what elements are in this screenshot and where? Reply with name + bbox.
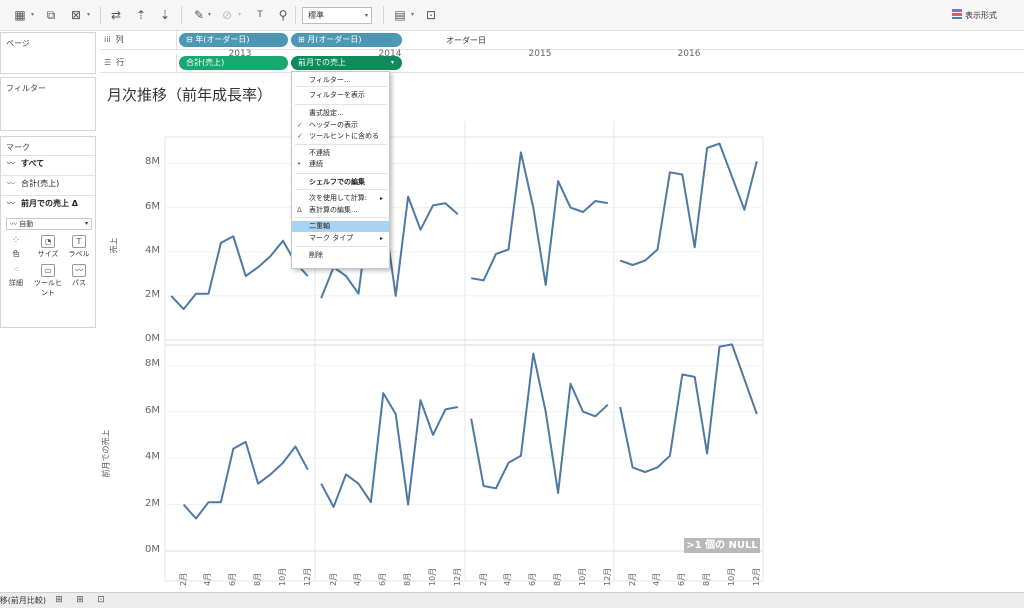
x-tick-label: 8月 bbox=[253, 572, 263, 586]
new-dashboard-icon[interactable]: ⊞ bbox=[74, 595, 86, 606]
bullet-icon: • bbox=[297, 160, 302, 168]
x-tick-label: 4月 bbox=[353, 572, 363, 586]
series-line-prev-month-2016 bbox=[619, 343, 758, 474]
y-tick-label: 0M bbox=[145, 544, 160, 555]
menu-divider bbox=[295, 217, 387, 218]
menu-item-label: 書式設定... bbox=[309, 109, 344, 117]
x-tick-label: 10月 bbox=[726, 567, 736, 586]
column-header-order-date: オーダー日 bbox=[446, 36, 486, 45]
menu-divider bbox=[295, 104, 387, 105]
x-tick-label: 6月 bbox=[677, 572, 687, 586]
series-line-sales-2015 bbox=[471, 151, 608, 286]
menu-item-label: 表計算の編集... bbox=[309, 206, 358, 214]
menu-item[interactable]: 二重軸 bbox=[292, 221, 389, 232]
x-tick-label: 2月 bbox=[627, 572, 637, 586]
x-tick-label: 2月 bbox=[178, 572, 188, 586]
checkmark-icon: ✓ bbox=[297, 121, 303, 129]
menu-divider bbox=[295, 86, 387, 87]
x-tick-label: 12月 bbox=[602, 567, 612, 586]
checkmark-icon: ✓ bbox=[297, 132, 303, 140]
x-tick-label: 8月 bbox=[403, 572, 413, 586]
y-tick-label: 0M bbox=[145, 333, 160, 344]
sheet-title: 月次推移（前年成長率） bbox=[107, 86, 273, 104]
series-line-prev-month-2014 bbox=[320, 392, 458, 508]
plot-border bbox=[164, 136, 764, 582]
menu-item-label: マーク タイプ bbox=[309, 234, 354, 242]
menu-item[interactable]: マーク タイプ ▸ bbox=[292, 233, 389, 244]
x-tick-label: 10月 bbox=[577, 567, 587, 586]
series-line-prev-month-2013 bbox=[182, 440, 309, 520]
x-tick-label: 12月 bbox=[302, 567, 312, 586]
y-tick-label: 8M bbox=[145, 156, 160, 168]
menu-item[interactable]: • 連続 bbox=[292, 159, 389, 170]
y-tick-label: 2M bbox=[145, 288, 160, 300]
x-tick-label: 10月 bbox=[277, 567, 287, 586]
menu-item[interactable]: 削除 bbox=[292, 250, 389, 261]
submenu-arrow-icon: ▸ bbox=[379, 195, 383, 202]
x-tick-label: 6月 bbox=[228, 572, 238, 586]
null-indicator[interactable]: >1 個の NULL bbox=[684, 538, 760, 553]
pill-context-menu: フィルター... フィルターを表示 書式設定... ✓ ヘッダーの表示 ✓ ツールヒントに含… bbox=[291, 71, 390, 269]
menu-divider bbox=[295, 246, 387, 247]
sheet-tab[interactable]: 月次推移(前月比較) bbox=[0, 594, 46, 608]
x-tick-label: 6月 bbox=[528, 572, 538, 586]
year-header-2013: 2013 bbox=[228, 49, 252, 59]
y-axis-title-sales: 売上 bbox=[109, 237, 119, 254]
menu-item[interactable]: Δ 表計算の編集... bbox=[292, 205, 389, 216]
menu-item[interactable]: フィルターを表示 bbox=[292, 90, 389, 101]
y-tick-label: 4M bbox=[145, 451, 160, 463]
year-header-2015: 2015 bbox=[528, 49, 552, 59]
y-tick-label: 8M bbox=[145, 358, 160, 370]
series-line-sales-2016 bbox=[619, 142, 758, 266]
x-tick-label: 12月 bbox=[751, 567, 761, 586]
new-worksheet-icon[interactable]: ⊞ bbox=[53, 595, 65, 606]
x-tick-label: 8月 bbox=[553, 572, 563, 586]
delta-icon: Δ bbox=[297, 206, 302, 214]
menu-item-label: 連続 bbox=[309, 160, 323, 168]
x-tick-label: 2月 bbox=[328, 572, 338, 586]
sheet-tab-bar: 月次推移(前月比較) ⊞ ⊞ ⊡ bbox=[0, 592, 1024, 608]
menu-divider bbox=[295, 189, 387, 190]
year-header-2014: 2014 bbox=[378, 49, 402, 59]
x-tick-label: 4月 bbox=[203, 572, 213, 586]
new-story-icon[interactable]: ⊡ bbox=[95, 595, 107, 606]
menu-item-label: 二重軸 bbox=[309, 222, 330, 230]
menu-item-label: 次を使用して計算: bbox=[309, 194, 368, 202]
x-tick-label: 2月 bbox=[478, 572, 488, 586]
x-tick-label: 6月 bbox=[378, 572, 388, 586]
menu-item-label: 削除 bbox=[309, 251, 323, 259]
x-tick-label: 10月 bbox=[427, 567, 437, 586]
menu-item[interactable]: ✓ ツールヒントに含める bbox=[292, 131, 389, 142]
menu-item[interactable]: 不連続 bbox=[292, 148, 389, 159]
menu-item-label: シェルフでの編集 bbox=[309, 178, 365, 186]
menu-item-label: 不連続 bbox=[309, 149, 330, 157]
submenu-arrow-icon: ▸ bbox=[379, 235, 383, 242]
menu-item[interactable]: 書式設定... bbox=[292, 108, 389, 119]
y-axis-title-prev-month-sales: 前月での売上 bbox=[101, 429, 111, 478]
menu-item[interactable]: シェルフでの編集 bbox=[292, 177, 389, 188]
menu-item[interactable]: 次を使用して計算: ▸ bbox=[292, 193, 389, 204]
x-tick-label: 4月 bbox=[503, 572, 513, 586]
x-tick-label: 4月 bbox=[652, 572, 662, 586]
series-line-prev-month-2015 bbox=[470, 352, 609, 494]
menu-item[interactable]: ✓ ヘッダーの表示 bbox=[292, 120, 389, 131]
x-tick-label: 12月 bbox=[452, 567, 462, 586]
y-tick-label: 2M bbox=[145, 497, 160, 509]
menu-item-label: フィルター... bbox=[309, 76, 351, 84]
series-line-sales-2013 bbox=[170, 235, 309, 311]
menu-divider bbox=[295, 173, 387, 174]
menu-divider bbox=[295, 144, 387, 145]
y-tick-label: 6M bbox=[145, 200, 160, 212]
y-tick-label: 4M bbox=[145, 244, 160, 256]
menu-item-label: ヘッダーの表示 bbox=[309, 121, 358, 129]
y-tick-label: 6M bbox=[145, 404, 160, 416]
view: 月次推移（前年成長率） オーダー日 2013 2014 2015 2016 売上… bbox=[0, 0, 1024, 592]
x-tick-label: 8月 bbox=[702, 572, 712, 586]
menu-item-label: ツールヒントに含める bbox=[309, 132, 379, 140]
menu-item[interactable]: フィルター... bbox=[292, 75, 389, 86]
year-header-2016: 2016 bbox=[677, 49, 701, 59]
menu-item-label: フィルターを表示 bbox=[309, 91, 365, 99]
